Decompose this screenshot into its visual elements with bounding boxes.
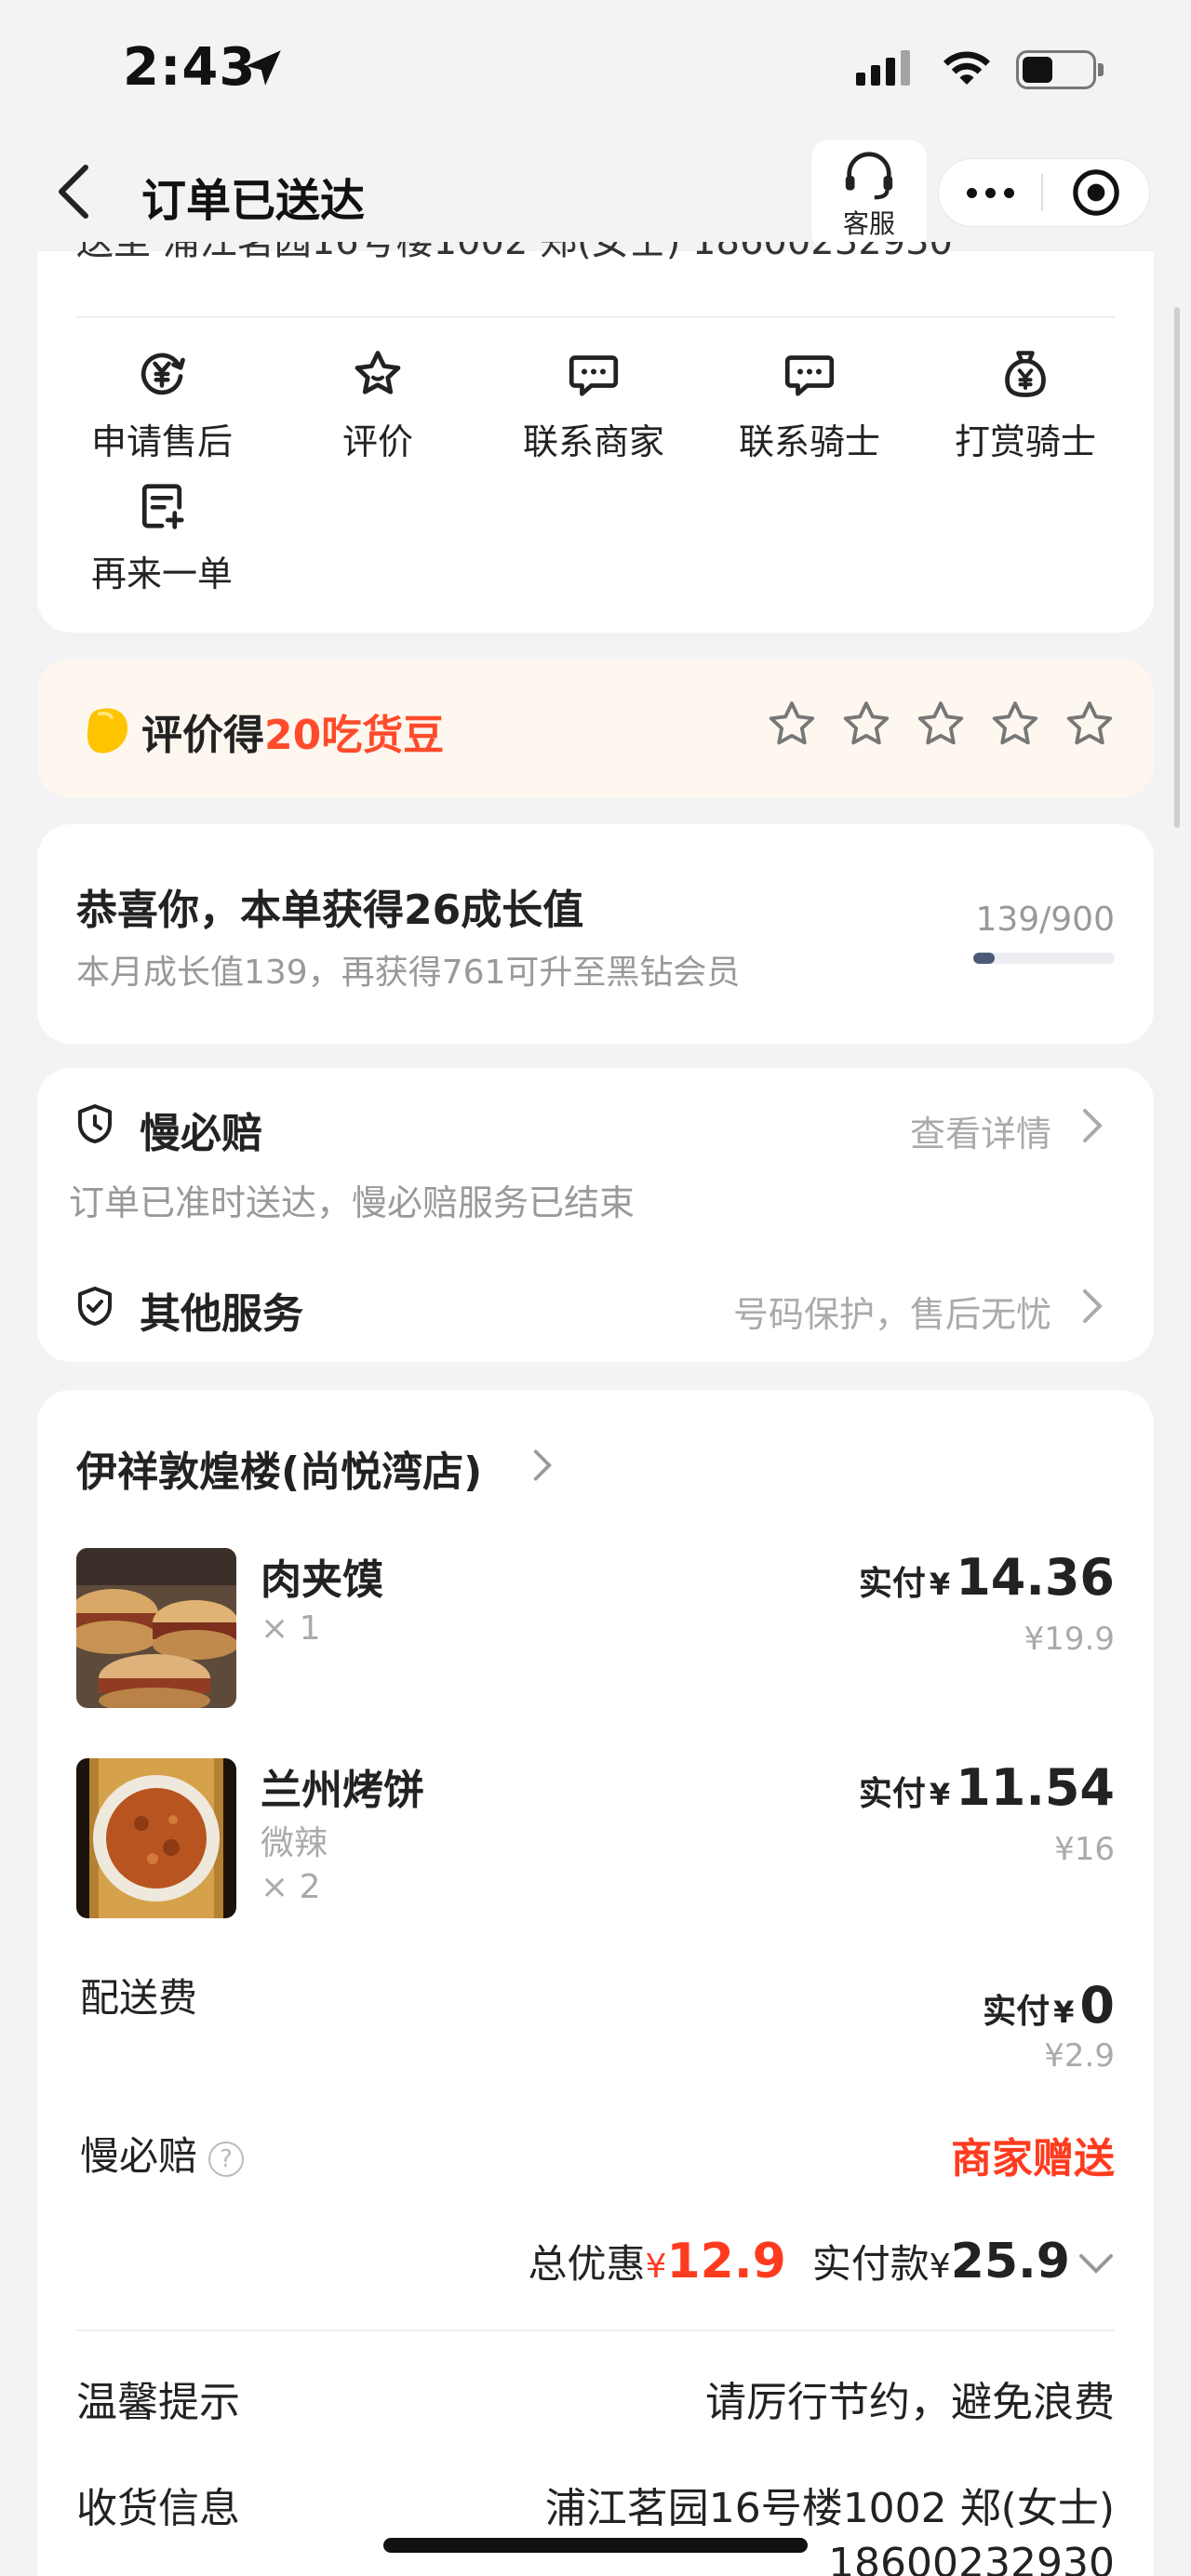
- star-outline-icon[interactable]: [1063, 698, 1117, 752]
- item-original-price: ¥19.9: [1024, 1621, 1115, 1658]
- star-outline-icon: [355, 351, 401, 394]
- growth-value-card: 恭喜你，本单获得26成长值 本月成长值139，再获得761可升至黑钻会员 139…: [37, 824, 1154, 1044]
- review-reward-text: 评价得20吃货豆: [141, 712, 445, 759]
- battery-icon: [1016, 50, 1096, 89]
- chevron-right-icon[interactable]: [1081, 1107, 1104, 1144]
- other-services-link[interactable]: 号码保护，售后无忧: [733, 1286, 1051, 1337]
- location-arrow-icon: [246, 50, 281, 86]
- chat-bubble-icon: [784, 355, 835, 396]
- action-contact-rider[interactable]: 联系骑士: [716, 344, 903, 464]
- home-indicator[interactable]: [383, 2538, 808, 2553]
- item-paid-price: 实付 ¥11.54: [858, 1758, 1115, 1817]
- action-label: 联系商家: [522, 421, 664, 462]
- slow-pay-description: 订单已准时送达，慢必赔服务已结束: [69, 1182, 636, 1223]
- item-spec: 微辣: [261, 1824, 328, 1862]
- slow-pay-row: 慢必赔?: [80, 2125, 245, 2182]
- more-options-icon[interactable]: [939, 187, 1041, 198]
- item-quantity: × 2: [261, 1868, 321, 1906]
- action-tip-rider[interactable]: 打赏骑士: [932, 344, 1118, 464]
- slow-pay-label: 慢必赔: [80, 2133, 198, 2179]
- star-outline-icon[interactable]: [988, 698, 1042, 752]
- service-card: 慢必赔 查看详情 订单已准时送达，慢必赔服务已结束 其他服务 号码保护，售后无忧: [37, 1068, 1154, 1362]
- tip-value: 请厉行节约，避免浪费: [705, 2379, 1115, 2426]
- customer-service-button[interactable]: 客服: [811, 140, 927, 251]
- action-label: 打赏骑士: [954, 421, 1096, 462]
- order-actions-card: 送至 浦江茗园16号楼1002 郑(女士) 18600232930 申请售后 评…: [37, 242, 1154, 633]
- store-name-link[interactable]: 伊祥敦煌楼(尚悦湾店): [76, 1438, 482, 1498]
- clock-shield-icon: [78, 1104, 112, 1143]
- growth-progress-bar: [973, 953, 1115, 964]
- action-label: 联系骑士: [738, 421, 880, 462]
- item-original-price: ¥16: [1054, 1831, 1115, 1868]
- total-discount: 12.9: [666, 2234, 786, 2289]
- tip-label: 温馨提示: [76, 2379, 240, 2426]
- order-detail-card: 伊祥敦煌楼(尚悦湾店) 肉夹馍 × 1 实付 ¥14.36 ¥19.9 兰州烤饼…: [37, 1390, 1154, 2576]
- battery-tip: [1098, 63, 1104, 76]
- star-rating[interactable]: [765, 698, 1117, 752]
- money-bag-icon: [1005, 351, 1046, 397]
- delivery-fee-original: ¥2.9: [1044, 2037, 1115, 2075]
- chevron-right-icon[interactable]: [532, 1448, 553, 1483]
- growth-title: 恭喜你，本单获得26成长值: [76, 887, 584, 934]
- growth-count: 139/900: [975, 901, 1115, 939]
- chat-bubble-icon: [569, 355, 619, 396]
- action-after-sale[interactable]: 申请售后: [69, 344, 255, 464]
- order-summary[interactable]: 总优惠 ¥ 12.9 实付款 ¥ 25.9: [529, 2233, 1115, 2289]
- action-contact-merchant[interactable]: 联系商家: [501, 344, 687, 464]
- receiver-label: 收货信息: [76, 2485, 240, 2532]
- refund-yuan-icon: [141, 353, 185, 395]
- item-name: 兰州烤饼: [261, 1767, 424, 1814]
- chevron-down-icon[interactable]: [1077, 2249, 1115, 2277]
- receiver-address: 浦江茗园16号楼1002 郑(女士): [544, 2485, 1115, 2532]
- action-label: 评价: [341, 421, 413, 462]
- cellular-signal-icon: [856, 50, 910, 86]
- item-quantity: × 1: [261, 1609, 321, 1648]
- star-outline-icon[interactable]: [839, 698, 893, 752]
- miniapp-capsule: [938, 158, 1150, 227]
- customer-service-label: 客服: [842, 208, 895, 239]
- slow-pay-value: 商家赠送: [951, 2135, 1115, 2182]
- close-miniapp-button[interactable]: [1043, 167, 1149, 219]
- product-image[interactable]: [76, 1548, 236, 1708]
- review-reward-card[interactable]: 评价得20吃货豆: [37, 659, 1154, 798]
- star-outline-icon[interactable]: [914, 698, 968, 752]
- food-bean-icon: [87, 708, 128, 754]
- growth-subtitle: 本月成长值139，再获得761可升至黑钻会员: [76, 954, 741, 992]
- reorder-doc-icon: [141, 484, 184, 529]
- star-outline-icon[interactable]: [765, 698, 819, 752]
- action-review[interactable]: 评价: [285, 344, 471, 464]
- slow-pay-detail-link[interactable]: 查看详情: [910, 1105, 1051, 1156]
- chevron-right-icon[interactable]: [1081, 1288, 1104, 1325]
- other-services-title: 其他服务: [140, 1290, 303, 1338]
- action-label: 再来一单: [90, 554, 233, 594]
- page-title: 订单已送达: [141, 175, 366, 227]
- delivery-fee-label: 配送费: [80, 1975, 198, 2021]
- address-partial: 送至 浦江茗园16号楼1002 郑(女士) 18600232930: [76, 242, 953, 262]
- shield-check-icon: [78, 1287, 112, 1326]
- help-question-icon[interactable]: ?: [208, 2141, 245, 2177]
- action-reorder[interactable]: 再来一单: [69, 476, 255, 596]
- status-time: 2:43: [123, 37, 257, 98]
- target-circle-icon: [1073, 169, 1119, 216]
- wifi-icon: [943, 51, 990, 85]
- slow-pay-title: 慢必赔: [140, 1110, 262, 1157]
- item-paid-price: 实付 ¥14.36: [858, 1548, 1115, 1607]
- product-image[interactable]: [76, 1758, 236, 1918]
- review-reward-amount: 20吃货豆: [264, 712, 445, 759]
- total-paid: 25.9: [950, 2234, 1070, 2289]
- scrollbar[interactable]: [1174, 307, 1180, 828]
- delivery-fee-paid: 实付 ¥0: [983, 1976, 1115, 2035]
- item-name: 肉夹馍: [261, 1556, 383, 1604]
- receiver-phone: 18600232930: [828, 2540, 1115, 2576]
- headset-icon: [845, 152, 893, 200]
- back-arrow-icon[interactable]: [52, 162, 97, 221]
- action-label: 申请售后: [90, 421, 233, 462]
